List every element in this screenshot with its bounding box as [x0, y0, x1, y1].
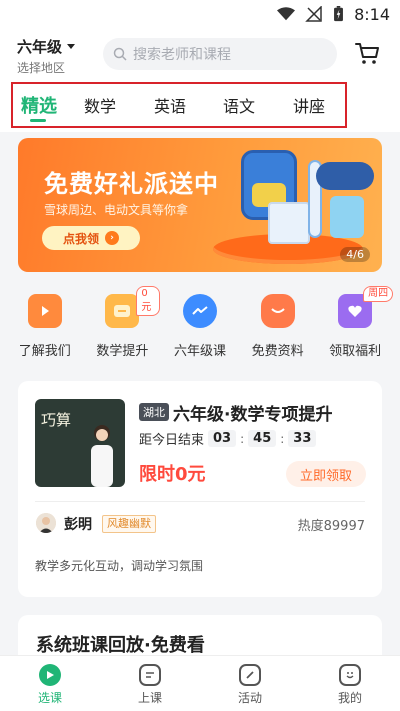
countdown-label: 距今日结束: [139, 433, 205, 448]
course-heat: 热度89997: [297, 519, 365, 534]
tab-label: 讲座: [292, 97, 325, 116]
divider: [35, 501, 365, 502]
region-hint: 选择地区: [17, 61, 66, 75]
badge: 0元: [136, 286, 161, 316]
teacher-figure-illustration: [91, 425, 113, 487]
quick-entry-materials[interactable]: 免费资料: [240, 290, 316, 362]
search-placeholder: 搜索老师和课程: [133, 47, 231, 63]
quick-entry-label: 数学提升: [96, 344, 149, 359]
teacher-name: 彭明: [64, 517, 92, 533]
tab-label: 英语: [153, 97, 186, 116]
nav-label: 选课: [37, 691, 62, 705]
course-thumbnail: 巧算: [35, 399, 125, 487]
quick-entry-math[interactable]: 0元 数学提升: [84, 286, 161, 362]
status-time: 8:14: [354, 4, 390, 24]
subject-tabs: 精选 数学 英语 语文 讲座: [0, 80, 400, 132]
nav-label: 我的: [337, 691, 362, 705]
status-bar: 8:14: [0, 0, 400, 28]
battery-charging-icon: [334, 6, 344, 22]
profile-icon: [339, 664, 361, 686]
arrow-right-icon: ›: [105, 231, 119, 245]
thumbnail-board-text: 巧算: [41, 411, 72, 429]
play-icon: [27, 294, 62, 328]
course-title: 六年级·数学专项提升: [173, 405, 333, 425]
nav-label: 上课: [137, 691, 162, 705]
claim-button[interactable]: 立即领取: [286, 461, 366, 487]
tab-active-indicator: [30, 119, 46, 122]
course-price: 限时0元: [139, 464, 206, 485]
search-icon: [113, 47, 127, 61]
banner-title: 免费好礼派送中: [44, 170, 219, 198]
search-input[interactable]: 搜索老师和课程: [103, 38, 337, 70]
grade-selector[interactable]: 六年级 选择地区: [17, 36, 76, 76]
tab-english[interactable]: 英语: [135, 84, 205, 126]
gift-icon: [260, 294, 295, 328]
nav-select-course[interactable]: 选课: [0, 656, 100, 711]
promo-banner[interactable]: 免费好礼派送中 雪球周边、电动文具等你拿 点我领 › 4/6: [18, 138, 382, 272]
quick-entry-label: 领取福利: [329, 344, 382, 359]
quick-entry-label: 免费资料: [251, 344, 304, 359]
tab-chinese[interactable]: 语文: [205, 84, 273, 126]
course-select-icon: [39, 664, 61, 686]
teacher-tag: 风趣幽默: [102, 515, 156, 533]
quick-entry-row: 了解我们 0元 数学提升 六年级课 免费资料 周四 领取福利: [0, 286, 400, 362]
activity-icon: [239, 664, 261, 686]
wifi-icon: [277, 7, 296, 21]
top-header: 六年级 选择地区 搜索老师和课程: [0, 28, 400, 80]
course-description: 教学多元化互动，调动学习氛围: [35, 559, 204, 573]
region-badge: 湖北: [139, 403, 169, 421]
countdown-hours: 03: [208, 430, 237, 447]
tab-label: 精选: [21, 96, 57, 117]
banner-button-label: 点我领: [62, 231, 99, 246]
bottom-nav: 选课 上课 活动 我的: [0, 655, 400, 711]
countdown-timer: 距今日结束 03 : 45 : 33: [139, 429, 317, 448]
caret-down-icon: [67, 44, 76, 49]
tab-math[interactable]: 数学: [65, 84, 135, 126]
teacher-avatar: [36, 513, 56, 533]
banner-subtitle: 雪球周边、电动文具等你拿: [44, 203, 189, 217]
tab-label: 语文: [222, 97, 255, 116]
signal-off-icon: [305, 6, 322, 22]
countdown-minutes: 45: [248, 430, 277, 447]
quick-entry-benefits[interactable]: 周四 领取福利: [317, 286, 394, 362]
section-title: 系统班课回放·免费看: [36, 635, 205, 656]
nav-profile[interactable]: 我的: [300, 656, 400, 711]
nav-activity[interactable]: 活动: [200, 656, 300, 711]
banner-claim-button[interactable]: 点我领 ›: [42, 226, 140, 250]
cart-icon[interactable]: [354, 40, 380, 66]
course-card[interactable]: 巧算 湖北 六年级·数学专项提升 距今日结束 03 : 45 : 33 限时0元…: [18, 381, 382, 597]
cup-illustration: [330, 196, 364, 238]
grade-label: 六年级: [17, 38, 63, 56]
pencil-case-illustration: [316, 162, 374, 190]
quick-entry-about[interactable]: 了解我们: [7, 290, 83, 362]
tab-lecture[interactable]: 讲座: [273, 84, 345, 126]
countdown-seconds: 33: [288, 430, 317, 447]
badge: 周四: [363, 286, 394, 302]
class-icon: [139, 664, 161, 686]
tab-label: 数学: [83, 97, 116, 116]
tabs-highlight-box: 精选 数学 英语 语文 讲座: [11, 82, 347, 128]
banner-page-counter: 4/6: [340, 247, 370, 262]
messenger-icon: [182, 294, 217, 328]
gift-box-illustration: [268, 202, 310, 244]
quick-entry-label: 六年级课: [173, 344, 226, 359]
quick-entry-label: 了解我们: [18, 344, 71, 359]
tab-featured[interactable]: 精选: [13, 84, 65, 126]
nav-label: 活动: [237, 691, 262, 705]
chat-icon: [105, 294, 140, 328]
nav-class[interactable]: 上课: [100, 656, 200, 711]
quick-entry-grade6[interactable]: 六年级课: [162, 290, 238, 362]
